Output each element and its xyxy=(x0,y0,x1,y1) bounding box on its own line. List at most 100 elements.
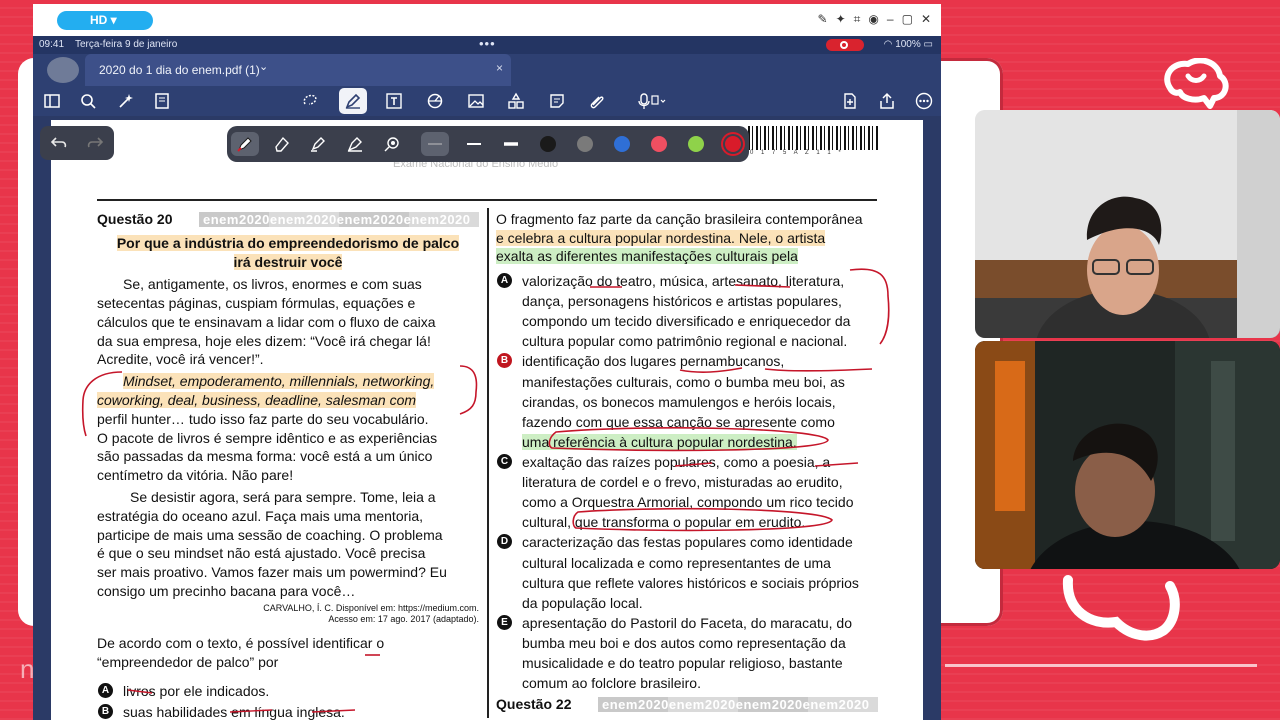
share-icon[interactable] xyxy=(876,90,898,112)
option-b-text[interactable]: uma referência à cultura popular nordest… xyxy=(522,432,797,452)
highlighter-icon[interactable] xyxy=(306,132,330,156)
text-line: cálculos que te ensinavam a lidar com o … xyxy=(97,314,436,330)
sticky-note-icon[interactable] xyxy=(546,90,568,112)
stroke-thick-option[interactable] xyxy=(499,132,523,156)
shapes-icon[interactable] xyxy=(424,90,446,112)
status-time: 09:41 xyxy=(39,39,65,50)
option-letter-a: A xyxy=(98,683,113,698)
option-b-text[interactable]: fazendo com que essa canção se apresente… xyxy=(522,412,835,432)
option-c-text[interactable]: como a Orquestra Armorial, compondo um r… xyxy=(522,492,853,512)
status-right: ◠ 100% ▭ xyxy=(884,39,933,50)
color-red-swatch-selected[interactable] xyxy=(725,136,741,152)
maximize-icon[interactable]: ▢ xyxy=(902,12,913,27)
pin-icon[interactable]: ✦ xyxy=(836,12,846,27)
text-box-icon[interactable] xyxy=(383,90,405,112)
image-icon[interactable] xyxy=(465,90,487,112)
webcam-1-scene xyxy=(975,110,1280,338)
attachment-icon[interactable] xyxy=(586,90,608,112)
eraser-icon[interactable] xyxy=(269,132,293,156)
microphone-icon[interactable] xyxy=(635,90,669,112)
battery-level: 100% xyxy=(895,39,921,50)
redo-icon[interactable] xyxy=(86,134,104,152)
option-a-text[interactable]: compondo um tecido diversificado e enriq… xyxy=(522,311,850,331)
enem-band: enem2020enem2020enem2020enem2020 xyxy=(199,212,479,227)
option-b-text[interactable]: manifestações culturais, como o bumba me… xyxy=(522,372,845,392)
notes-icon[interactable] xyxy=(151,90,173,112)
option-letter-b: B xyxy=(98,704,113,719)
hd-quality-button[interactable]: HD ▾ xyxy=(57,11,153,30)
option-c-text[interactable]: cultural, que transforma o popular em er… xyxy=(522,512,805,532)
status-bar: 09:41 Terça-feira 9 de janeiro ••• ◠ 100… xyxy=(33,36,941,54)
option-c-text[interactable]: literatura de cordel e o frevo, misturad… xyxy=(522,472,843,492)
text-line: é que o seu mindset não está ajustado. V… xyxy=(97,545,426,561)
option-a-text[interactable]: cultura popular como patrimônio regional… xyxy=(522,331,847,351)
question-21-stem: O fragmento faz parte da canção brasilei… xyxy=(496,211,863,227)
text-line: centímetro da vitória. Não pare! xyxy=(97,467,294,483)
minimize-icon[interactable]: – xyxy=(887,12,894,27)
color-black-swatch[interactable] xyxy=(540,136,556,152)
option-e-text[interactable]: apresentação do Pastoril do Faceta, do m… xyxy=(522,613,852,633)
pencil-icon[interactable]: ✎ xyxy=(818,12,828,27)
option-a-text[interactable]: livros por ele indicados. xyxy=(123,681,269,701)
option-d-text[interactable]: cultural localizada e como representante… xyxy=(522,553,831,573)
undo-redo-group xyxy=(40,126,114,160)
tab-document[interactable]: 2020 do 1 dia do enem.pdf (1) ⌄ × xyxy=(85,54,511,86)
record-icon[interactable]: ◉ xyxy=(868,12,878,27)
question-prompt: De acordo com o texto, é possível identi… xyxy=(97,635,385,651)
option-a-text[interactable]: valorização do teatro, música, artesanat… xyxy=(522,271,844,291)
sidebar-icon[interactable] xyxy=(41,90,63,112)
tab-strip: 2020 do 1 dia do enem.pdf (1) ⌄ × xyxy=(33,54,941,86)
stroke-medium-option[interactable] xyxy=(462,132,486,156)
option-b-text[interactable]: identificação dos lugares pernambucanos, xyxy=(522,351,784,371)
option-d-text[interactable]: caracterização das festas populares como… xyxy=(522,532,853,552)
barcode xyxy=(748,126,878,150)
screen-share-bar: HD ▾ ✎ ✦ ⌗ ◉ – ▢ ✕ xyxy=(33,4,941,36)
option-b-text[interactable]: suas habilidades em língua inglesa. xyxy=(123,702,345,720)
color-green-swatch[interactable] xyxy=(688,136,704,152)
text-line: Acredite, você irá vencer!”. xyxy=(97,351,264,367)
text-line: da sua empresa, hoje eles dizem: “Você i… xyxy=(97,333,431,349)
color-pink-swatch[interactable] xyxy=(651,136,667,152)
multitask-dots-icon[interactable]: ••• xyxy=(479,36,496,51)
brain-logo-icon xyxy=(1164,58,1229,109)
color-blue-swatch[interactable] xyxy=(614,136,630,152)
add-page-icon[interactable] xyxy=(839,90,861,112)
option-letter-d: D xyxy=(497,534,512,549)
option-a-text[interactable]: dança, personagens históricos e artistas… xyxy=(522,291,842,311)
option-e-text[interactable]: bumba meu boi e dos autos como represent… xyxy=(522,633,846,653)
option-e-text[interactable]: comum ao folclore brasileiro. xyxy=(522,673,701,693)
question-20-number: Questão 20 xyxy=(97,211,173,227)
text-line: participe de mais uma sessão de coaching… xyxy=(97,527,443,543)
magic-icon[interactable] xyxy=(115,90,137,112)
search-icon[interactable] xyxy=(77,90,99,112)
status-date: Terça-feira 9 de janeiro xyxy=(75,39,178,50)
option-letter-c: C xyxy=(497,454,512,469)
option-letter-a: A xyxy=(497,273,512,288)
lasso-icon[interactable] xyxy=(299,90,321,112)
option-e-text[interactable]: musicalidade e do teatro popular religio… xyxy=(522,653,843,673)
stroke-thin-option[interactable] xyxy=(421,132,449,156)
color-gray-swatch[interactable] xyxy=(577,136,593,152)
crop-icon[interactable]: ⌗ xyxy=(854,12,861,27)
chevron-down-icon[interactable]: ⌄ xyxy=(259,60,268,73)
main-toolbar xyxy=(33,86,941,116)
option-b-text[interactable]: cirandas, os bonecos mamulengos e heróis… xyxy=(522,392,836,412)
question-20-title-line1: Por que a indústria do empreendedorismo … xyxy=(116,235,460,251)
laser-icon[interactable] xyxy=(380,132,404,156)
elements-icon[interactable] xyxy=(505,90,527,112)
option-d-text[interactable]: cultura que reflete valores históricos e… xyxy=(522,573,859,593)
avatar[interactable] xyxy=(47,57,79,83)
pen-tool-button[interactable] xyxy=(339,88,367,114)
source-access-date: Acesso em: 17 ago. 2017 (adaptado). xyxy=(328,614,479,624)
tab-close-icon[interactable]: × xyxy=(496,61,503,75)
text-line-highlighted: coworking, deal, business, deadline, sal… xyxy=(97,392,417,408)
close-icon[interactable]: ✕ xyxy=(921,12,931,27)
option-d-text[interactable]: da população local. xyxy=(522,593,643,613)
overlay-controls: ✎ ✦ ⌗ ◉ – ▢ ✕ xyxy=(818,12,931,27)
option-c-text[interactable]: exaltação das raízes populares, como a p… xyxy=(522,452,830,472)
text-line: Se desistir agora, será para sempre. Tom… xyxy=(130,489,436,505)
more-icon[interactable] xyxy=(913,90,935,112)
marker-icon[interactable] xyxy=(343,132,367,156)
undo-icon[interactable] xyxy=(50,134,68,152)
pen-tool-icon[interactable] xyxy=(231,132,259,156)
